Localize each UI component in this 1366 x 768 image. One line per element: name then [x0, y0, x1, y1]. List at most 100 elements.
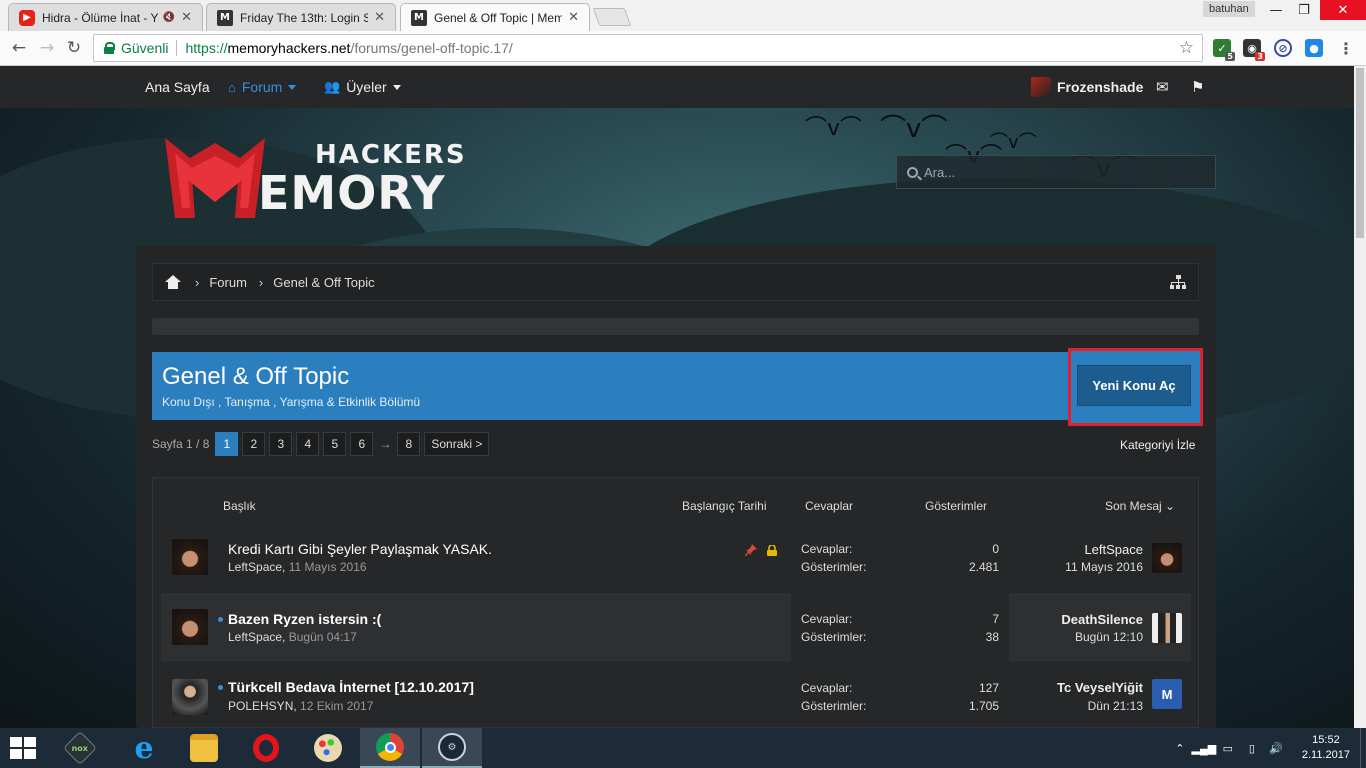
thread-row[interactable]: Bazen Ryzen istersin :( LeftSpace, Bugün… [161, 593, 1191, 661]
reload-icon[interactable]: ↻ [63, 37, 85, 59]
thread-author[interactable]: LeftSpace [228, 630, 282, 644]
back-icon[interactable]: ← [8, 37, 30, 59]
avatar[interactable] [172, 609, 208, 645]
home-icon[interactable] [165, 275, 181, 289]
username: Frozenshade [1057, 79, 1144, 95]
last-post-date[interactable]: Dün 21:13 [1088, 699, 1143, 713]
profile-button[interactable]: batuhan [1203, 1, 1255, 17]
flag-icon[interactable]: ⚑ [1191, 78, 1204, 96]
next-page-button[interactable]: Sonraki > [424, 432, 490, 456]
avatar [1031, 77, 1051, 97]
nav-members[interactable]: 👥 Üyeler [324, 79, 401, 95]
close-tab-icon[interactable]: ✕ [568, 10, 579, 25]
thread-row[interactable]: Türkcell Bedava İnternet [12.10.2017] PO… [161, 663, 1191, 727]
thread-title[interactable]: Bazen Ryzen istersin :( [228, 611, 381, 627]
last-post-date[interactable]: Bugün 12:10 [1075, 630, 1143, 644]
breadcrumb-forum[interactable]: Forum [209, 275, 247, 290]
thread-date: 11 Mayıs 2016 [288, 560, 367, 574]
chrome-menu-icon[interactable]: ⋮ [1338, 39, 1354, 58]
volume-icon[interactable]: 🔊 [1268, 741, 1284, 755]
home-icon: ⌂ [228, 79, 236, 95]
page-link-8[interactable]: 8 [397, 432, 421, 456]
column-title[interactable]: Başlık [223, 499, 256, 513]
page-link-4[interactable]: 4 [296, 432, 320, 456]
close-window-icon[interactable]: ✕ [1320, 0, 1366, 20]
column-start-date[interactable]: Başlangıç Tarihi [682, 499, 767, 513]
show-desktop-button[interactable] [1360, 728, 1366, 768]
page-link-2[interactable]: 2 [242, 432, 266, 456]
address-bar[interactable]: Güvenli https://memoryhackers.net/forums… [93, 34, 1203, 62]
page-link-5[interactable]: 5 [323, 432, 347, 456]
last-post-user[interactable]: DeathSilence [1061, 612, 1143, 627]
new-thread-button[interactable]: Yeni Konu Aç [1077, 365, 1191, 406]
browser-tab-friday13[interactable]: M Friday The 13th: Login Sc ✕ [206, 3, 396, 31]
scrollbar-thumb[interactable] [1356, 68, 1364, 238]
bookmark-star-icon[interactable]: ☆ [1179, 38, 1194, 58]
maximize-icon[interactable]: ❐ [1290, 0, 1318, 20]
replies-label: Cevaplar: [801, 542, 853, 556]
avatar[interactable] [1152, 613, 1182, 643]
battery-icon[interactable]: ▯ [1244, 741, 1260, 755]
shield-extension-icon[interactable]: ✓ 5 [1213, 39, 1235, 61]
close-tab-icon[interactable]: ✕ [181, 10, 192, 25]
avatar[interactable]: M [1152, 679, 1182, 709]
new-tab-button[interactable] [592, 8, 632, 26]
thread-title[interactable]: Türkcell Bedava İnternet [12.10.2017] [228, 679, 474, 695]
secure-label: Güvenli [121, 40, 169, 56]
steam-icon[interactable]: ⚙ [422, 728, 482, 768]
network-icon[interactable]: ▂▄▆ [1192, 741, 1217, 755]
site-logo[interactable]: HACKERS EMORY [160, 128, 465, 223]
thread-author[interactable]: POLEHSYN [228, 699, 293, 713]
avatar[interactable] [172, 539, 208, 575]
opera-icon[interactable] [236, 728, 296, 768]
close-tab-icon[interactable]: ✕ [374, 10, 385, 25]
search-input[interactable]: Ara... [896, 155, 1216, 189]
breadcrumb-genel[interactable]: Genel & Off Topic [273, 275, 374, 290]
avatar[interactable] [172, 679, 208, 715]
last-post-user[interactable]: Tc VeyselYiğit [1057, 680, 1143, 695]
paint-icon[interactable] [298, 728, 358, 768]
column-replies[interactable]: Cevaplar [805, 499, 853, 513]
sitemap-icon[interactable] [1170, 275, 1186, 289]
page-scrollbar[interactable] [1354, 66, 1366, 728]
page-jump-arrow[interactable]: → [377, 432, 393, 456]
chevron-up-icon[interactable]: ⌃ [1172, 741, 1188, 755]
file-explorer-icon[interactable] [174, 728, 234, 768]
page-link-6[interactable]: 6 [350, 432, 374, 456]
browser-toolbar: ← → ↻ Güvenli https://memoryhackers.net /… [0, 31, 1366, 66]
thread-row[interactable]: Kredi Kartı Gibi Şeyler Paylaşmak YASAK.… [161, 523, 1191, 591]
minimize-icon[interactable]: — [1262, 0, 1290, 20]
windows-start-icon[interactable] [10, 737, 38, 759]
nav-home[interactable]: Ana Sayfa [145, 79, 210, 95]
column-last-post[interactable]: Son Mesaj ⌄ [1105, 499, 1175, 513]
block-extension-icon[interactable]: ⊘ [1274, 39, 1292, 57]
nav-forum[interactable]: ⌂ Forum [228, 79, 297, 95]
nox-icon[interactable]: nox [50, 728, 110, 768]
replies-count: 127 [978, 681, 999, 695]
views-label: Gösterimler: [801, 699, 867, 713]
watch-forum-link[interactable]: Kategoriyi İzle [1120, 438, 1195, 452]
thread-author[interactable]: LeftSpace [228, 560, 282, 574]
vpn-extension-icon[interactable]: ● [1305, 39, 1323, 57]
network-adapter-icon[interactable]: ▭ [1220, 741, 1236, 755]
envelope-icon[interactable]: ✉ [1156, 78, 1169, 96]
clock[interactable]: 15:52 2.11.2017 [1302, 733, 1350, 763]
nav-forum-label: Forum [241, 79, 283, 95]
last-post-user[interactable]: LeftSpace [1084, 542, 1143, 557]
thread-title[interactable]: Kredi Kartı Gibi Şeyler Paylaşmak YASAK. [228, 541, 492, 557]
pin-icon [745, 544, 757, 556]
user-menu[interactable]: Frozenshade [1031, 77, 1143, 97]
page-link-3[interactable]: 3 [269, 432, 293, 456]
last-post-date[interactable]: 11 Mayıs 2016 [1065, 560, 1143, 574]
column-views[interactable]: Gösterimler [925, 499, 987, 513]
chrome-icon[interactable] [360, 728, 420, 768]
nav-members-label: Üyeler [346, 79, 387, 95]
browser-tab-active[interactable]: M Genel & Off Topic | Mem ✕ [400, 3, 590, 31]
browser-tab-youtube[interactable]: ▶ Hidra - Ölüme İnat - Y 🔇 ✕ [8, 3, 203, 31]
internet-explorer-icon[interactable]: e [114, 728, 174, 768]
page-link-1[interactable]: 1 [215, 432, 239, 456]
ghostery-extension-icon[interactable]: ◉ 3 [1243, 39, 1265, 61]
forward-icon[interactable]: → [36, 37, 58, 59]
speaker-muted-icon[interactable]: 🔇 [163, 12, 175, 23]
avatar[interactable] [1152, 543, 1182, 573]
